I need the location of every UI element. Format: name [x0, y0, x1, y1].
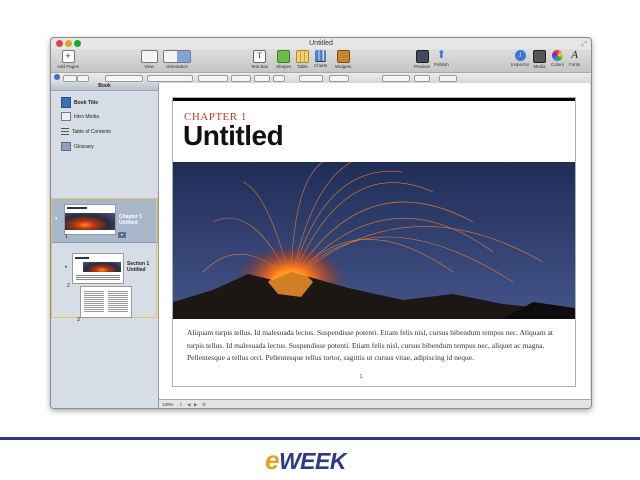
style-stepper[interactable]: [63, 75, 77, 82]
chapter-disclosure-icon[interactable]: ▾: [55, 216, 58, 222]
preview-button[interactable]: Preview: [414, 50, 430, 69]
shapes-button[interactable]: Shapes: [276, 50, 291, 69]
thumb-number-2: 2: [67, 283, 70, 289]
styles-drawer-icon[interactable]: [54, 74, 60, 80]
film-icon: [61, 112, 71, 122]
shapes-icon: [277, 50, 291, 63]
sidebar-header: Book: [51, 83, 158, 91]
thumb-number-1: 1: [65, 234, 68, 240]
font-size-select[interactable]: [254, 75, 270, 82]
settings-gear-icon[interactable]: ⚙: [202, 400, 206, 408]
preview-icon: [415, 50, 429, 63]
sidebar-item-book-title[interactable]: Book Title: [61, 97, 98, 108]
photo-caption[interactable]: Aliquam turpis tellus. Id malesuada lect…: [187, 327, 569, 365]
window-title: Untitled: [309, 40, 333, 47]
status-bar: 100% ⇕ ◀ ▶ ⚙: [159, 399, 591, 408]
bold-italic-underline-group[interactable]: [299, 75, 323, 82]
thumb-number-3: 3: [77, 317, 80, 323]
section-label-group: Section 1 Untitled: [127, 261, 150, 273]
chapter-1-thumbnail[interactable]: [64, 204, 116, 235]
zoom-level[interactable]: 100%: [162, 400, 174, 408]
text-box-button[interactable]: T Text Box: [251, 50, 268, 69]
volcano-image: [173, 162, 575, 319]
font-face-select[interactable]: [231, 75, 251, 82]
fonts-icon: A: [571, 49, 578, 61]
page-canvas: CHAPTER 1 Untitled Aliquam turpis tellus…: [159, 83, 590, 399]
section-disclosure-icon[interactable]: ▸: [65, 264, 68, 270]
page-number: 1: [359, 374, 363, 380]
charts-icon: [315, 50, 327, 62]
previous-page-icon[interactable]: ◀: [187, 400, 190, 408]
close-button[interactable]: [56, 40, 63, 47]
table-icon: [296, 50, 309, 63]
character-style-select[interactable]: [147, 75, 193, 82]
alignment-group[interactable]: [329, 75, 349, 82]
media-button[interactable]: Media: [533, 50, 546, 69]
media-icon: [533, 50, 546, 63]
list-icon: [61, 128, 69, 136]
plus-icon: +: [61, 50, 75, 63]
volcano-photo[interactable]: [173, 162, 575, 319]
view-icon: [141, 50, 158, 63]
style-menu[interactable]: [77, 75, 89, 82]
book-page: CHAPTER 1 Untitled Aliquam turpis tellus…: [172, 97, 576, 387]
eweek-logo: eWEEK: [265, 445, 346, 475]
view-button[interactable]: View: [141, 50, 158, 69]
chapter-label-group: Chapter 1 Untitled: [119, 214, 143, 226]
page-3-thumbnail[interactable]: [80, 286, 132, 318]
sidebar-item-intro-media[interactable]: Intro Media: [61, 112, 99, 122]
publish-button[interactable]: ⬆ Publish: [434, 49, 449, 68]
color-wheel-icon: [552, 50, 563, 61]
text-box-icon: T: [253, 50, 267, 63]
text-color-swatch[interactable]: [273, 75, 285, 82]
book-sidebar: Book Book Title Intro Media Table of Con…: [51, 83, 159, 408]
title-bar: Untitled ⤢: [51, 38, 591, 49]
inspector-button[interactable]: i Inspector: [511, 50, 530, 67]
widgets-button[interactable]: Widgets: [335, 50, 351, 69]
fonts-button[interactable]: A Fonts: [569, 49, 580, 68]
table-button[interactable]: Table: [296, 50, 309, 69]
app-window: Untitled ⤢ + Add Pages View Orientation …: [50, 37, 592, 409]
sidebar-item-glossary[interactable]: Glossary: [61, 142, 94, 152]
add-pages-button[interactable]: + Add Pages: [57, 50, 79, 69]
sidebar-item-table-of-contents[interactable]: Table of Contents: [61, 127, 111, 137]
line-spacing-select[interactable]: [382, 75, 410, 82]
orientation-button[interactable]: Orientation: [163, 50, 191, 69]
next-page-icon[interactable]: ▶: [194, 400, 197, 408]
widgets-icon: [336, 50, 350, 63]
toolbar: + Add Pages View Orientation T Text Box …: [51, 49, 591, 72]
zoom-stepper-icon[interactable]: ⇕: [179, 400, 183, 408]
minimize-button[interactable]: [65, 40, 72, 47]
page-top-rule: [173, 98, 575, 101]
chapter-menu-icon[interactable]: ▾: [118, 232, 126, 238]
orientation-icon: [163, 50, 191, 63]
charts-button[interactable]: Charts: [314, 50, 327, 68]
book-icon: [61, 97, 71, 108]
section-1-thumbnail[interactable]: [72, 253, 124, 284]
publish-arrow-icon: ⬆: [436, 49, 446, 61]
font-family-select[interactable]: [198, 75, 228, 82]
colors-button[interactable]: Colors: [551, 50, 564, 67]
columns-select[interactable]: [414, 75, 430, 82]
glossary-icon: [61, 142, 71, 152]
info-icon: i: [514, 50, 526, 61]
page-title[interactable]: Untitled: [183, 120, 284, 152]
paragraph-style-select[interactable]: [105, 75, 143, 82]
footer-rule: [0, 437, 640, 440]
list-style-select[interactable]: [439, 75, 457, 82]
zoom-button[interactable]: [74, 40, 81, 47]
